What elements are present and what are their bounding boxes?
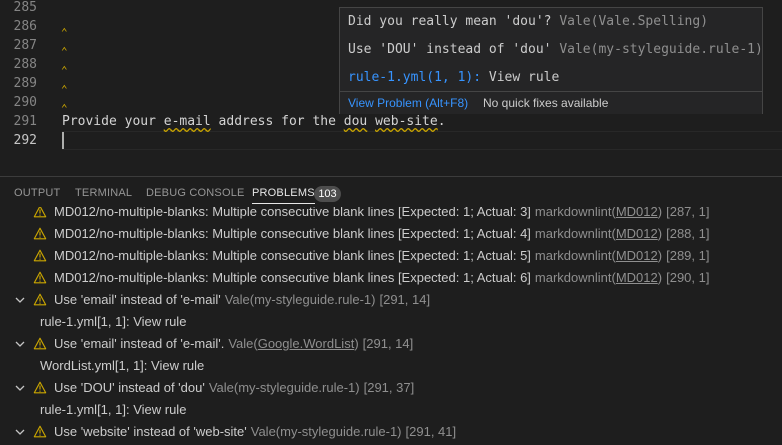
warning-icon: [33, 207, 47, 218]
view-problem-link[interactable]: View Problem (Alt+F8): [348, 92, 468, 114]
rule-code-link[interactable]: MD012: [616, 207, 658, 219]
hover-message-spelling: Did you really mean 'dou'? Vale(Vale.Spe…: [348, 14, 709, 29]
panel-tabs: OUTPUT TERMINAL DEBUG CONSOLE PROBLEMS 1…: [0, 177, 782, 211]
line-number: 287: [13, 38, 37, 53]
rule-code-link[interactable]: MD012: [616, 248, 658, 263]
chevron-down-icon[interactable]: [15, 340, 25, 348]
text-cursor: [62, 132, 64, 149]
warning-icon: [33, 227, 47, 240]
warning-icon: [33, 337, 47, 350]
line-number: 292: [13, 133, 37, 148]
editor-line[interactable]: 292: [0, 131, 782, 150]
line-text[interactable]: Provide your e-mail address for the dou …: [62, 112, 446, 131]
problem-row[interactable]: Use 'DOU' instead of 'dou' Vale(my-styleg…: [0, 377, 782, 399]
problem-row[interactable]: Use 'email' instead of 'e-mail'. Vale(Goo…: [0, 333, 782, 355]
tab-terminal[interactable]: TERMINAL: [75, 177, 132, 210]
problems-list[interactable]: MD012/no-multiple-blanks: Multiple conse…: [0, 207, 782, 445]
line-number: 289: [13, 76, 37, 91]
problem-row[interactable]: MD012/no-multiple-blanks: Multiple conse…: [0, 223, 782, 245]
rule-code-link[interactable]: MD012: [616, 226, 658, 241]
hover-status-bar: View Problem (Alt+F8) No quick fixes ava…: [340, 91, 762, 114]
chevron-down-icon[interactable]: [15, 384, 25, 392]
problem-row[interactable]: Use 'website' instead of 'web-site' Vale(…: [0, 421, 782, 443]
tab-debug-console[interactable]: DEBUG CONSOLE: [146, 177, 245, 210]
warning-icon: [33, 425, 47, 438]
bottom-panel: OUTPUT TERMINAL DEBUG CONSOLE PROBLEMS 1…: [0, 176, 782, 445]
chevron-down-icon[interactable]: [15, 428, 25, 436]
warning-icon: [33, 293, 47, 306]
squiggle-email[interactable]: e-mail: [164, 114, 211, 129]
squiggle-dou[interactable]: dou: [344, 114, 367, 129]
tab-output[interactable]: OUTPUT: [14, 177, 60, 210]
hover-rule-link[interactable]: rule-1.yml(1, 1): View rule: [348, 70, 559, 85]
warning-icon: [33, 381, 47, 394]
line-number: 288: [13, 57, 37, 72]
problem-detail-row[interactable]: rule-1.yml[1, 1]: View rule: [0, 399, 782, 421]
rule-code-link[interactable]: Google.WordList: [258, 336, 355, 351]
hover-message-rule: Use 'DOU' instead of 'dou' Vale(my-style…: [348, 42, 763, 57]
tab-problems[interactable]: PROBLEMS: [252, 177, 315, 210]
squiggle-website[interactable]: web-site: [375, 114, 438, 129]
chevron-down-icon[interactable]: [15, 296, 25, 304]
line-number: 290: [13, 95, 37, 110]
hover-widget[interactable]: Did you really mean 'dou'? Vale(Vale.Spe…: [339, 7, 763, 114]
line-number: 291: [13, 114, 37, 129]
problem-row[interactable]: MD012/no-multiple-blanks: Multiple conse…: [0, 267, 782, 289]
problem-detail-row[interactable]: WordList.yml[1, 1]: View rule: [0, 355, 782, 377]
line-number: 286: [13, 19, 37, 34]
warning-icon: [33, 271, 47, 284]
line-number: 285: [13, 0, 37, 15]
rule-code-link[interactable]: MD012: [616, 270, 658, 285]
editor-line[interactable]: 291 Provide your e-mail address for the …: [0, 112, 782, 131]
problem-row[interactable]: Use 'email' instead of 'e-mail' Vale(my-s…: [0, 289, 782, 311]
editor[interactable]: 285 286 ⌃ 287 ⌃ 288 ⌃ 289 ⌃ 290 ⌃ 291 Pr…: [0, 0, 782, 176]
problem-row[interactable]: MD012/no-multiple-blanks: Multiple conse…: [0, 245, 782, 267]
no-quick-fixes-label: No quick fixes available: [483, 96, 609, 110]
problems-count-badge: 103: [314, 186, 341, 202]
problem-detail-row[interactable]: rule-1.yml[1, 1]: View rule: [0, 311, 782, 333]
warning-icon: [33, 249, 47, 262]
problem-row[interactable]: MD012/no-multiple-blanks: Multiple conse…: [0, 207, 782, 223]
